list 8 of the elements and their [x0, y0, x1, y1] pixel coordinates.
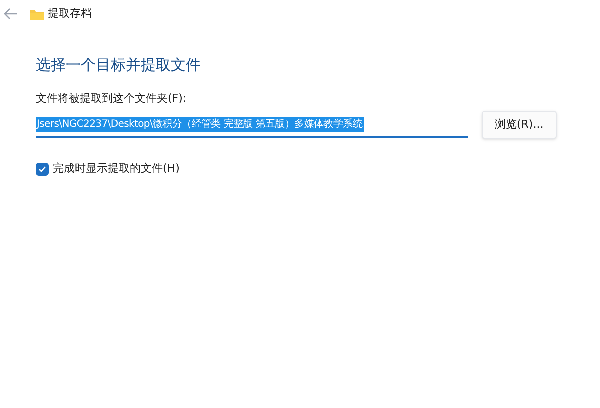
field-label: 文件将被提取到这个文件夹(F): [36, 90, 188, 106]
checkbox-label: 完成时显示提取的文件(H) [53, 161, 180, 177]
checkbox[interactable] [36, 162, 49, 176]
folder-icon [30, 8, 44, 20]
browse-button[interactable]: 浏览(R)... [482, 111, 557, 139]
heading: 选择一个目标并提取文件 [36, 55, 202, 76]
window-title: 提取存档 [48, 6, 92, 22]
check-icon [38, 164, 47, 174]
